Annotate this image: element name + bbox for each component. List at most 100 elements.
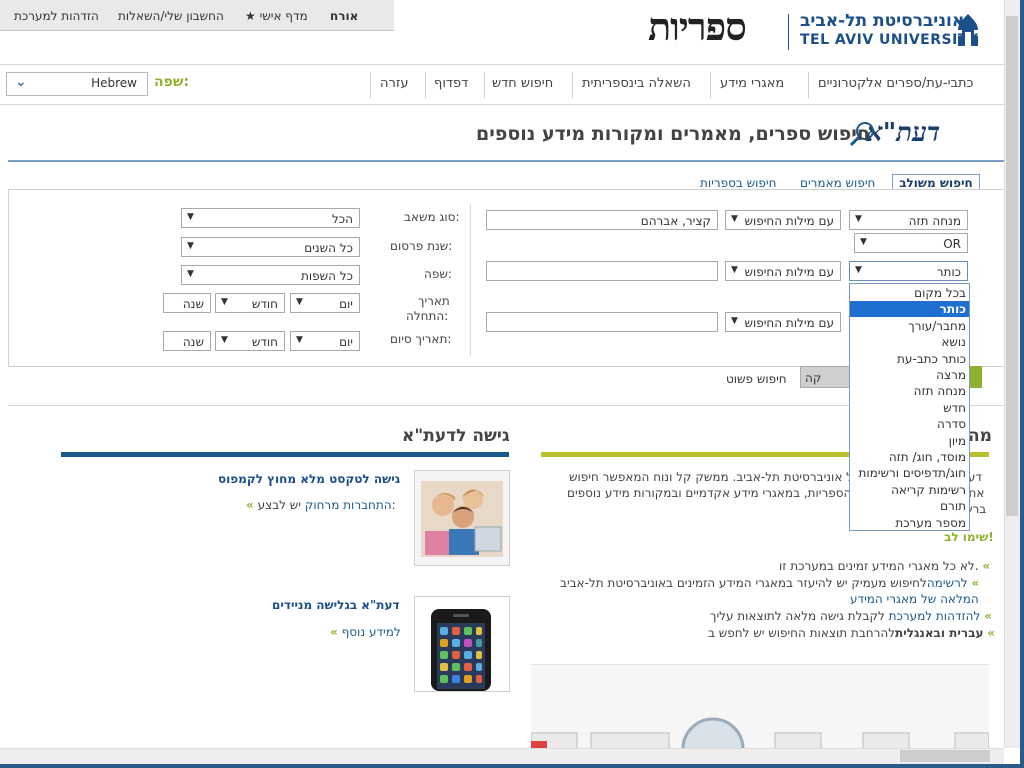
- nav-new-search[interactable]: חיפוש חדש: [492, 76, 553, 91]
- dropdown-option-label: מיון: [948, 433, 966, 448]
- dropdown-option[interactable]: רשימות קריאה: [850, 482, 969, 498]
- promo-banner: [530, 664, 990, 768]
- search-button-edge[interactable]: [968, 366, 982, 388]
- resource-type-select[interactable]: הכל ▼: [181, 208, 360, 228]
- bullet-4: עברית ובאנגליתלהרחבת תוצאות החיפוש יש לח…: [708, 626, 995, 640]
- dropdown-option[interactable]: חדש: [850, 400, 969, 416]
- boolean-select[interactable]: OR ▼: [854, 233, 968, 253]
- full-db-list-link-2[interactable]: המלאה של מאגרי המידע: [850, 592, 979, 606]
- university-name-he: אוניברסיטת תל-אביב: [800, 11, 965, 31]
- search-input-2[interactable]: [486, 261, 718, 281]
- start-year-input[interactable]: שנה: [163, 293, 211, 313]
- dropdown-option[interactable]: מרצה: [850, 367, 969, 383]
- chevron-icon: «: [246, 498, 254, 512]
- bullet-1-text: לא כל מאגרי המידע זמינים במערכת זו.: [779, 559, 979, 573]
- operator-select-2[interactable]: עם מילות החיפוש ▼: [725, 261, 841, 281]
- bullet-3-text: לקבלת גישה מלאה לתוצאות עליך: [710, 609, 885, 623]
- bullet-2-text: לחיפוש מעמיק יש להיעזר במאגרי המידע הזמי…: [560, 576, 927, 590]
- chevron-down-icon: ⌄: [15, 74, 27, 90]
- operator-select-3[interactable]: עם מילות החיפוש ▼: [725, 312, 841, 332]
- field-select-2-value: כותר: [936, 265, 961, 279]
- dropdown-option-label: מספר מערכת: [895, 515, 966, 530]
- mobile-phone-image: [414, 596, 510, 692]
- chevron-down-icon: ▼: [731, 214, 738, 224]
- bullet-2-cont: המלאה של מאגרי המידע: [850, 592, 979, 606]
- nav-browse[interactable]: דפדוף: [434, 76, 468, 91]
- nav-separator: [370, 72, 371, 98]
- chevron-down-icon: ▼: [221, 335, 228, 345]
- operator-select-1[interactable]: עם מילות החיפוש ▼: [725, 210, 841, 230]
- start-month-select[interactable]: חודש ▼: [215, 293, 285, 313]
- bullet-3: להזדהות למערכת לקבלת גישה מלאה לתוצאות ע…: [710, 609, 992, 623]
- nav-divider: [0, 104, 1004, 105]
- nav-ejournals[interactable]: כתבי-עת/ספרים אלקטרוניים: [818, 76, 973, 91]
- dropdown-option-label: חדש: [943, 400, 966, 415]
- mobile-access-title[interactable]: דעת"א בגלישה מניידים: [272, 598, 400, 612]
- dropdown-option-label: רשימות קריאה: [891, 482, 966, 497]
- nav-help[interactable]: עזרה: [380, 76, 408, 91]
- filter-language-label: שפה:: [424, 267, 452, 281]
- tau-logo-icon[interactable]: [952, 12, 984, 53]
- header-divider: [0, 64, 1004, 65]
- dropdown-option[interactable]: מספר מערכת: [850, 515, 969, 531]
- my-printout-link[interactable]: ★ מדף אישי: [242, 9, 308, 23]
- dropdown-option[interactable]: חוג/תדפיסים ורשימות: [850, 465, 969, 481]
- start-day-value: יום: [339, 297, 353, 311]
- horizontal-scroll-thumb[interactable]: [900, 750, 990, 762]
- nav-interlibrary-loan[interactable]: השאלה בינספריתית: [582, 76, 691, 91]
- dropdown-option-label: מוסד, חוג/ תזה: [888, 450, 966, 464]
- tab-articles-search[interactable]: חיפוש מאמרים: [800, 176, 875, 190]
- search-input-3[interactable]: [486, 312, 718, 332]
- full-db-list-link[interactable]: לרשימה: [927, 576, 968, 590]
- dropdown-option[interactable]: מנחה תזה: [850, 383, 969, 399]
- dropdown-option[interactable]: כותר כתב-עת: [850, 351, 969, 367]
- dropdown-option[interactable]: כותר: [850, 301, 969, 318]
- end-month-select[interactable]: חודש ▼: [215, 331, 285, 351]
- field-select-1[interactable]: מנחה תזה ▼: [849, 210, 968, 230]
- my-account-link[interactable]: החשבון שלי/השאלות: [118, 9, 224, 23]
- blue-divider: [8, 160, 1016, 162]
- more-info-link[interactable]: למידע נוסף: [342, 625, 401, 639]
- horizontal-scrollbar[interactable]: [0, 748, 1004, 765]
- dropdown-option[interactable]: תורם: [850, 498, 969, 514]
- dropdown-option[interactable]: מיון: [850, 433, 969, 449]
- family-laptop-image: [414, 470, 510, 566]
- login-system-link[interactable]: להזדהות למערכת: [889, 609, 981, 623]
- end-year-input[interactable]: שנה: [163, 331, 211, 351]
- start-day-select[interactable]: יום ▼: [290, 293, 360, 313]
- dropdown-option[interactable]: מוסד, חוג/ תזה: [850, 449, 969, 465]
- simple-search-link[interactable]: חיפוש פשוט: [726, 372, 787, 386]
- remote-access-title[interactable]: גישה לטקסט מלא מחוץ לקמפוס: [218, 472, 400, 486]
- end-day-select[interactable]: יום ▼: [290, 331, 360, 351]
- search-input-1[interactable]: קציר, אברהם: [486, 210, 718, 230]
- tab-library-search[interactable]: חיפוש בספריות: [700, 176, 776, 190]
- search-button[interactable]: קה: [800, 366, 852, 388]
- language-label: שפה:: [154, 74, 190, 90]
- dropdown-option[interactable]: סדרה: [850, 416, 969, 432]
- chevron-down-icon: ▼: [187, 212, 194, 222]
- pub-year-select[interactable]: כל השנים ▼: [181, 237, 360, 257]
- filter-language-select[interactable]: כל השפות ▼: [181, 265, 360, 285]
- chevron-icon: «: [987, 626, 996, 640]
- language-select[interactable]: Hebrew ⌄: [6, 72, 148, 96]
- chevron-icon: «: [984, 609, 992, 623]
- dropdown-option[interactable]: נושא: [850, 334, 969, 350]
- search-input-1-value: קציר, אברהם: [640, 214, 711, 228]
- dropdown-option[interactable]: בכל מקום: [850, 285, 969, 301]
- operator-select-1-value: עם מילות החיפוש: [744, 214, 834, 228]
- login-link[interactable]: הזדהות למערכת: [14, 9, 99, 23]
- dropdown-option-label: מנחה תזה: [913, 384, 966, 399]
- star-icon: ★: [245, 9, 256, 23]
- nav-databases[interactable]: מאגרי מידע: [720, 76, 784, 91]
- dropdown-option-label: מרצה: [936, 368, 966, 382]
- field-dropdown-list[interactable]: בכל מקום כותר מחבר/עורך נושא כותר כתב-עת מרצה…: [849, 283, 970, 531]
- panel-divider: [470, 204, 471, 356]
- chevron-down-icon: ▼: [855, 214, 862, 224]
- dropdown-option-label: תורם: [940, 499, 966, 514]
- vertical-scroll-thumb[interactable]: [1006, 16, 1018, 516]
- end-day-value: יום: [339, 335, 353, 349]
- remote-connection-link[interactable]: התחברות מרחוק: [305, 498, 392, 512]
- field-select-2[interactable]: כותר ▼: [849, 261, 968, 281]
- dropdown-option[interactable]: מחבר/עורך: [850, 318, 969, 334]
- chevron-down-icon: ▼: [860, 237, 867, 247]
